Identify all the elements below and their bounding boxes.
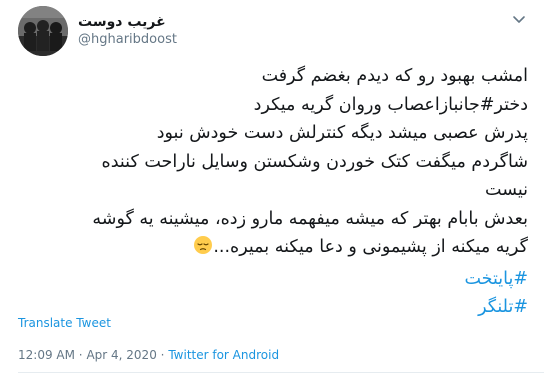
tweet-source-link[interactable]: Twitter for Android [168, 348, 279, 362]
display-name[interactable]: غریب دوست [78, 14, 166, 30]
tweet-line-text: گریه میکنه از پشیمونی و دعا میکنه بمیره.… [213, 237, 528, 257]
avatar[interactable] [18, 6, 68, 56]
avatar-image [18, 6, 68, 56]
tweet-time[interactable]: 12:09 AM [18, 348, 75, 362]
tweet-meta: 12:09 AM · Apr 4, 2020 · Twitter for And… [18, 348, 279, 362]
meta-separator: · [78, 348, 83, 362]
pensive-face-icon [193, 235, 213, 265]
hashtag-link[interactable]: #پایتخت [13, 265, 529, 294]
divider [18, 372, 544, 373]
tweet-line: شاگردم میگفت کتک خوردن وشکستن وسایل نارا… [101, 151, 528, 172]
tweet-line: دختر#جانبازاعصاب وروان گریه میکرد [253, 94, 528, 115]
user-handle[interactable]: @hgharibdoost [78, 32, 177, 47]
tweet-text: امشب بهبود رو که دیدم بغضم گرفت دختر#جان… [13, 62, 528, 322]
chevron-down-icon[interactable] [510, 10, 528, 28]
meta-separator: · [160, 348, 165, 362]
tweet-line: امشب بهبود رو که دیدم بغضم گرفت [261, 66, 528, 86]
tweet-line: بعدش بابام بهتر که میشه میفهمه مارو زده،… [92, 208, 528, 229]
tweet-line: نیست [485, 180, 528, 200]
tweet-line: پدرش عصبی میشد دیگه کنترلش دست خودش نبود [156, 123, 528, 143]
tweet-date[interactable]: Apr 4, 2020 [86, 348, 156, 362]
translate-tweet-link[interactable]: Translate Tweet [18, 316, 111, 330]
tweet-line-last: گریه میکنه از پشیمونی و دعا میکنه بمیره.… [13, 233, 528, 265]
